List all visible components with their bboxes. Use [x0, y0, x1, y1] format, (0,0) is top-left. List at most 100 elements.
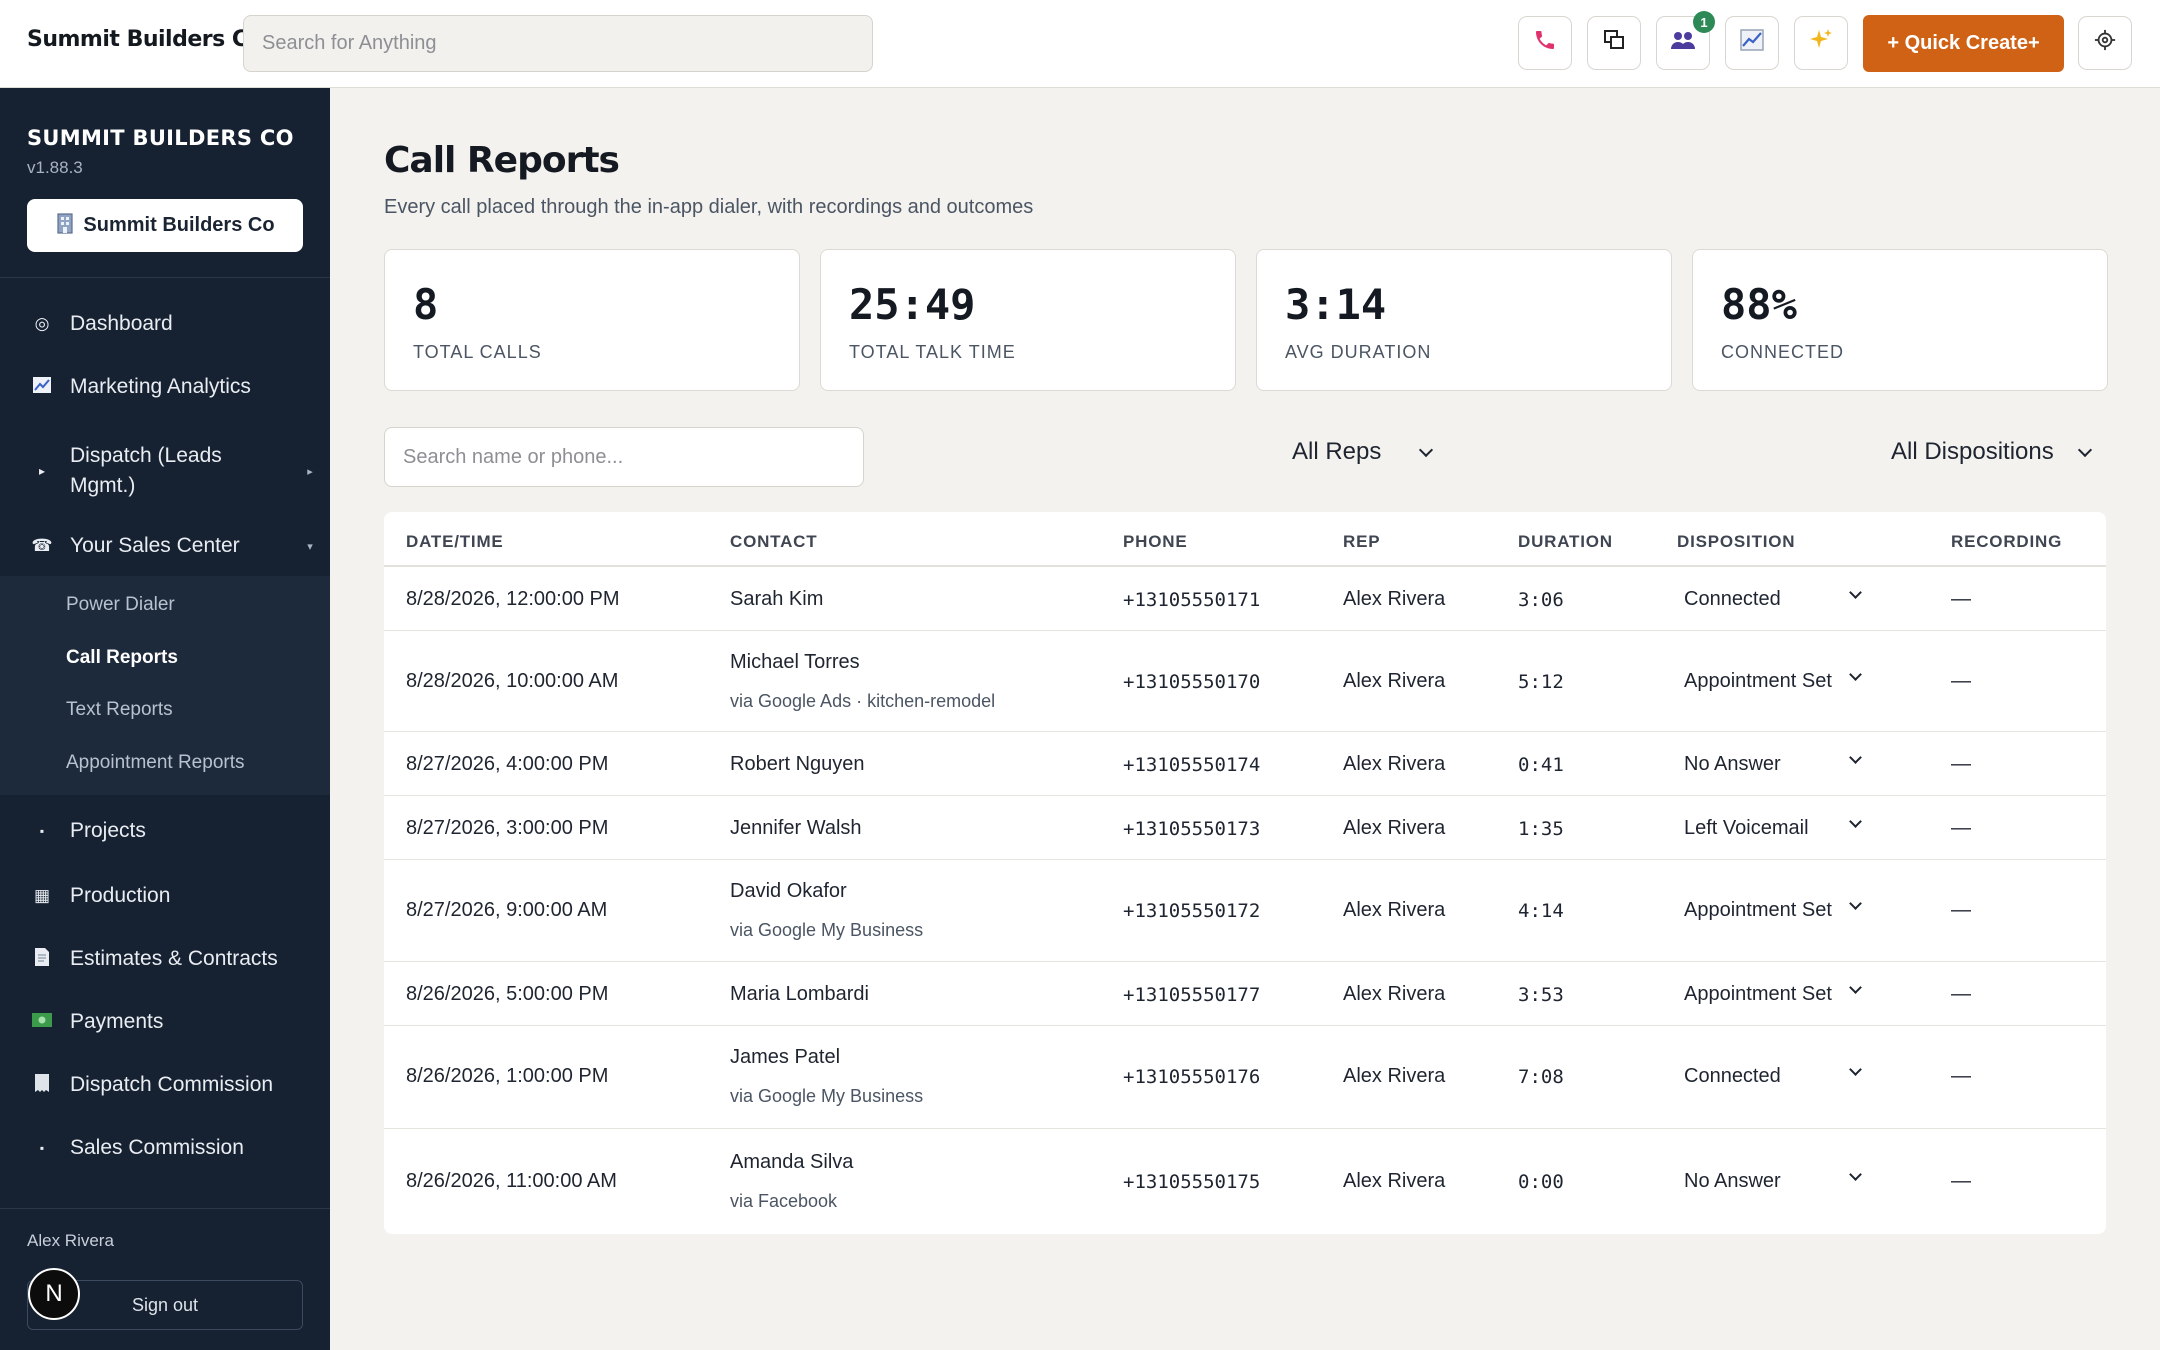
receipt-icon: [0, 1073, 70, 1098]
chart-icon: [1739, 28, 1765, 59]
disposition-select[interactable]: Appointment Set: [1684, 978, 1864, 1010]
chart-icon: [0, 376, 70, 399]
table-row[interactable]: 8/27/2026, 4:00:00 PM Robert Nguyen +131…: [384, 732, 2106, 796]
col-header-contact[interactable]: CONTACT: [730, 532, 817, 552]
stat-value: 3:14: [1285, 280, 1387, 329]
sparkle-icon: [1808, 27, 1834, 60]
cell-phone[interactable]: +13105550175: [1123, 1171, 1260, 1193]
cell-phone[interactable]: +13105550173: [1123, 818, 1260, 840]
cell-contact[interactable]: Jennifer Walsh: [730, 817, 862, 840]
stat-label: TOTAL CALLS: [413, 342, 542, 362]
disposition-select[interactable]: Appointment Set: [1684, 894, 1864, 926]
rep-filter-select[interactable]: All Reps: [1292, 438, 1434, 466]
table-search-input[interactable]: [384, 427, 864, 487]
org-switcher-label: Summit Builders Co: [83, 214, 275, 236]
money-icon: [0, 1012, 70, 1033]
cell-phone[interactable]: +13105550171: [1123, 589, 1260, 611]
disposition-select[interactable]: Left Voicemail: [1684, 812, 1864, 844]
cell-duration: 0:41: [1518, 754, 1564, 776]
table-row[interactable]: 8/27/2026, 3:00:00 PM Jennifer Walsh +13…: [384, 796, 2106, 860]
sidebar-item-dispatch-commission[interactable]: Dispatch Commission: [0, 1057, 330, 1113]
top-bar: Summit Builders Co 1 + Quick Create+: [0, 0, 2160, 88]
cell-recording: —: [1951, 670, 1971, 692]
cell-rep: Alex Rivera: [1343, 588, 1446, 610]
cell-duration: 0:00: [1518, 1171, 1564, 1193]
avatar[interactable]: N: [28, 1268, 80, 1320]
cell-datetime: 8/27/2026, 9:00:00 AM: [406, 899, 608, 921]
phone-button[interactable]: [1518, 16, 1572, 70]
sidebar-item-dispatch[interactable]: ▸ Dispatch (Leads Mgmt.) ▸: [0, 428, 330, 514]
sidebar-item-sales-commission[interactable]: ▪ Sales Commission: [0, 1120, 330, 1176]
cell-duration: 7:08: [1518, 1066, 1564, 1088]
table-row[interactable]: 8/26/2026, 11:00:00 AM Amanda Silva via …: [384, 1129, 2106, 1232]
table-row[interactable]: 8/26/2026, 1:00:00 PM James Patel via Go…: [384, 1026, 2106, 1129]
page-subtitle: Every call placed through the in-app dia…: [384, 196, 1034, 218]
cell-phone[interactable]: +13105550176: [1123, 1066, 1260, 1088]
cell-datetime: 8/26/2026, 5:00:00 PM: [406, 983, 609, 1005]
disposition-select[interactable]: Appointment Set: [1684, 665, 1864, 697]
col-header-datetime[interactable]: DATE/TIME: [406, 532, 504, 552]
cell-recording: —: [1951, 817, 1971, 839]
analytics-button[interactable]: [1725, 16, 1779, 70]
sidebar-item-label: Projects: [70, 819, 146, 842]
disposition-select[interactable]: No Answer: [1684, 1165, 1864, 1197]
global-search-input[interactable]: [243, 15, 873, 72]
col-header-duration[interactable]: DURATION: [1518, 532, 1613, 552]
cell-datetime: 8/26/2026, 11:00:00 AM: [406, 1170, 617, 1192]
cell-phone[interactable]: +13105550170: [1123, 671, 1260, 693]
stat-value: 88%: [1721, 280, 1797, 329]
cell-contact[interactable]: Robert Nguyen: [730, 753, 865, 776]
col-header-rep[interactable]: REP: [1343, 532, 1380, 552]
cell-phone[interactable]: +13105550172: [1123, 900, 1260, 922]
sidebar-item-marketing-analytics[interactable]: Marketing Analytics: [0, 359, 330, 415]
team-button[interactable]: 1: [1656, 11, 1715, 70]
sidebar-item-label: Your Sales Center: [70, 534, 240, 557]
document-icon: [0, 947, 70, 972]
table-row[interactable]: 8/28/2026, 10:00:00 AM Michael Torres vi…: [384, 631, 2106, 732]
disposition-select[interactable]: Connected: [1684, 1060, 1864, 1092]
sidebar-item-estimates[interactable]: Estimates & Contracts: [0, 931, 330, 987]
chevron-down-icon: [1849, 1168, 1862, 1181]
windows-button[interactable]: [1587, 16, 1641, 70]
brand-name[interactable]: Summit Builders Co: [27, 27, 263, 52]
sidebar-item-payments[interactable]: Payments: [0, 994, 330, 1050]
submenu-appointment-reports[interactable]: Appointment Reports: [66, 752, 245, 774]
cell-contact[interactable]: David Okafor: [730, 880, 847, 903]
collapse-caret-icon: ▾: [307, 540, 313, 553]
col-header-disposition[interactable]: DISPOSITION: [1677, 532, 1795, 552]
disposition-filter-select[interactable]: All Dispositions: [1891, 438, 2092, 466]
quick-create-button[interactable]: + Quick Create+: [1863, 15, 2064, 72]
cell-contact[interactable]: James Patel: [730, 1046, 840, 1069]
table-row[interactable]: 8/27/2026, 9:00:00 AM David Okafor via G…: [384, 860, 2106, 962]
cell-contact[interactable]: Amanda Silva: [730, 1151, 853, 1174]
sidebar-item-sales-center[interactable]: ☎ Your Sales Center ▾: [0, 518, 330, 574]
cell-recording: —: [1951, 588, 1971, 610]
disposition-value: Appointment Set: [1684, 669, 1832, 692]
col-header-phone[interactable]: PHONE: [1123, 532, 1187, 552]
cell-contact[interactable]: Michael Torres: [730, 651, 860, 674]
cell-phone[interactable]: +13105550177: [1123, 984, 1260, 1006]
ai-button[interactable]: [1794, 16, 1848, 70]
org-switcher-button[interactable]: Summit Builders Co: [27, 199, 303, 252]
disposition-select[interactable]: Connected: [1684, 583, 1864, 615]
settings-button[interactable]: [2078, 16, 2132, 70]
cell-contact[interactable]: Sarah Kim: [730, 588, 823, 611]
table-row[interactable]: 8/26/2026, 5:00:00 PM Maria Lombardi +13…: [384, 962, 2106, 1026]
cell-lead-source: via Google My Business: [730, 920, 924, 940]
cell-phone[interactable]: +13105550174: [1123, 754, 1260, 776]
bullet-icon: ▪: [39, 824, 45, 838]
submenu-text-reports[interactable]: Text Reports: [66, 699, 173, 721]
cell-contact[interactable]: Maria Lombardi: [730, 983, 869, 1006]
sidebar-item-dashboard[interactable]: ◎ Dashboard: [0, 296, 330, 352]
sidebar-item-production[interactable]: ▦ Production: [0, 868, 330, 924]
chevron-down-icon: [1849, 981, 1862, 994]
col-header-recording[interactable]: RECORDING: [1951, 532, 2062, 552]
cell-rep: Alex Rivera: [1343, 899, 1446, 921]
submenu-power-dialer[interactable]: Power Dialer: [66, 594, 175, 616]
disposition-select[interactable]: No Answer: [1684, 748, 1864, 780]
table-row[interactable]: 8/28/2026, 12:00:00 PM Sarah Kim +131055…: [384, 567, 2106, 631]
sidebar-item-projects[interactable]: ▪ Projects: [0, 803, 330, 859]
cell-duration: 3:53: [1518, 984, 1564, 1006]
submenu-call-reports[interactable]: Call Reports: [66, 647, 178, 669]
building-icon: [55, 212, 75, 240]
